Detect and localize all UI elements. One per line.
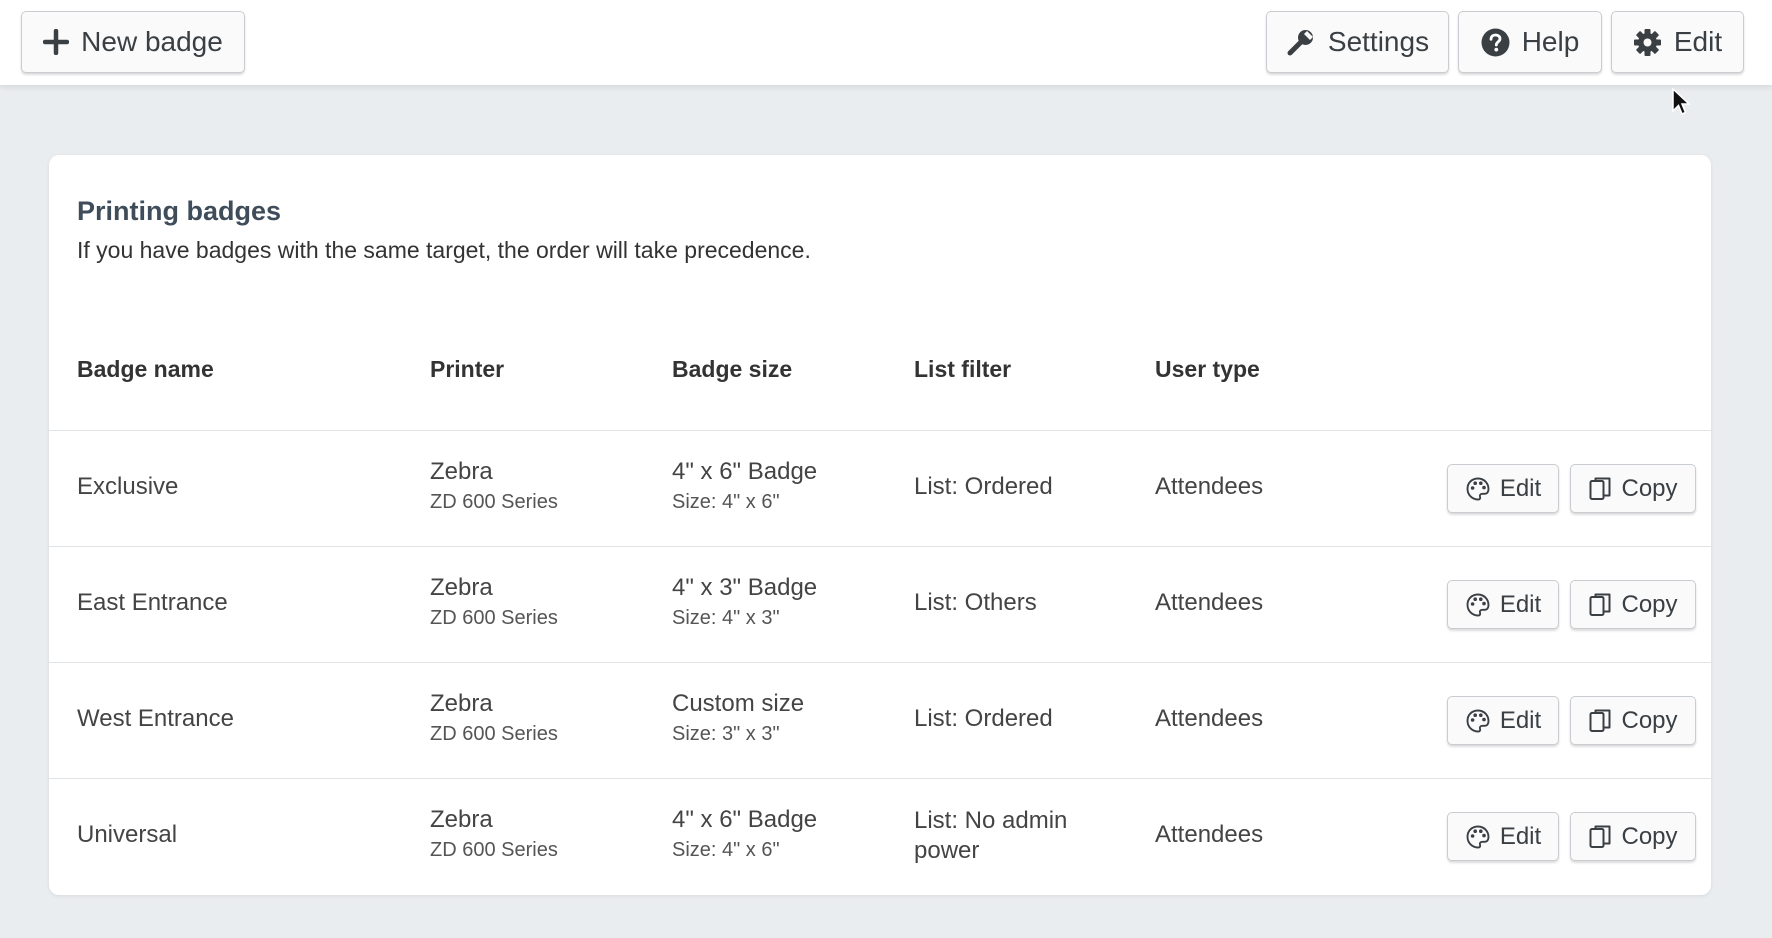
table-row: East Entrance Zebra ZD 600 Series 4" x 3…: [49, 546, 1711, 662]
badge-size: Size: 4" x 6": [672, 491, 780, 513]
badge-name: Universal: [77, 821, 178, 848]
wrench-icon: [1286, 27, 1316, 57]
badge-type: 4" x 6" Badge: [672, 806, 818, 833]
row-edit-label: Edit: [1499, 590, 1542, 618]
row-copy-button[interactable]: Copy: [1570, 580, 1696, 629]
printer-model: ZD 600 Series: [430, 491, 558, 513]
badge-type: 4" x 6" Badge: [672, 458, 818, 485]
header-user-type: User type: [1155, 356, 1260, 382]
badge-type: Custom size: [672, 690, 805, 717]
header-printer: Printer: [430, 356, 505, 382]
header-badge-name: Badge name: [77, 356, 214, 382]
palette-icon: [1465, 824, 1491, 850]
row-copy-label: Copy: [1621, 474, 1678, 502]
printing-badges-card: Printing badges If you have badges with …: [49, 155, 1711, 895]
plus-icon: [43, 29, 70, 55]
row-edit-button[interactable]: Edit: [1447, 580, 1559, 629]
help-label: Help: [1521, 26, 1580, 57]
printer-name: Zebra: [430, 458, 493, 485]
badge-size: Size: 3" x 3": [672, 723, 780, 745]
row-copy-button[interactable]: Copy: [1570, 464, 1696, 513]
row-copy-label: Copy: [1621, 822, 1678, 850]
row-copy-button[interactable]: Copy: [1570, 812, 1696, 861]
badge-name: West Entrance: [77, 705, 234, 732]
settings-button[interactable]: Settings: [1266, 11, 1449, 73]
edit-label: Edit: [1673, 26, 1723, 57]
list-filter: List: Ordered: [914, 705, 1053, 732]
row-copy-label: Copy: [1621, 590, 1678, 618]
row-copy-label: Copy: [1621, 706, 1678, 734]
copy-icon: [1588, 476, 1612, 502]
badge-size: Size: 4" x 6": [672, 839, 780, 861]
table-row: Exclusive Zebra ZD 600 Series 4" x 6" Ba…: [49, 430, 1711, 546]
settings-label: Settings: [1327, 26, 1430, 57]
list-filter: List: Others: [914, 589, 1037, 616]
user-type: Attendees: [1155, 705, 1264, 732]
row-edit-label: Edit: [1499, 474, 1542, 502]
question-circle-icon: [1481, 28, 1510, 57]
table-row: Universal Zebra ZD 600 Series 4" x 6" Ba…: [49, 778, 1711, 894]
row-edit-button[interactable]: Edit: [1447, 812, 1559, 861]
copy-icon: [1588, 824, 1612, 850]
row-edit-label: Edit: [1499, 706, 1542, 734]
badge-name: East Entrance: [77, 589, 228, 616]
table-row: West Entrance Zebra ZD 600 Series Custom…: [49, 662, 1711, 778]
user-type: Attendees: [1155, 589, 1264, 616]
new-badge-label: New badge: [81, 26, 223, 57]
badge-size: Size: 4" x 3": [672, 607, 780, 629]
edit-button[interactable]: Edit: [1611, 11, 1744, 73]
palette-icon: [1465, 708, 1491, 734]
card-title: Printing badges: [77, 196, 282, 226]
printer-name: Zebra: [430, 806, 493, 833]
printer-model: ZD 600 Series: [430, 839, 558, 861]
mouse-cursor-icon: [1672, 87, 1691, 115]
card-subtitle: If you have badges with the same target,…: [77, 237, 811, 263]
palette-icon: [1465, 592, 1491, 618]
row-copy-button[interactable]: Copy: [1570, 696, 1696, 745]
palette-icon: [1465, 476, 1491, 502]
copy-icon: [1588, 708, 1612, 734]
list-filter: List: Ordered: [914, 473, 1053, 500]
badge-type: 4" x 3" Badge: [672, 574, 818, 601]
header-badge-size: Badge size: [672, 356, 793, 382]
header-list-filter: List filter: [914, 356, 1012, 382]
top-toolbar: New badge Settings Help Edit: [0, 0, 1772, 85]
help-button[interactable]: Help: [1458, 11, 1602, 73]
list-filter: List: No admin power: [914, 807, 1068, 864]
badge-name: Exclusive: [77, 473, 179, 500]
new-badge-button[interactable]: New badge: [21, 11, 245, 73]
row-edit-button[interactable]: Edit: [1447, 464, 1559, 513]
gear-icon: [1633, 28, 1662, 57]
printer-name: Zebra: [430, 574, 493, 601]
user-type: Attendees: [1155, 473, 1264, 500]
row-edit-button[interactable]: Edit: [1447, 696, 1559, 745]
printer-model: ZD 600 Series: [430, 607, 558, 629]
user-type: Attendees: [1155, 821, 1264, 848]
printer-model: ZD 600 Series: [430, 723, 558, 745]
row-edit-label: Edit: [1499, 822, 1542, 850]
copy-icon: [1588, 592, 1612, 618]
printer-name: Zebra: [430, 690, 493, 717]
